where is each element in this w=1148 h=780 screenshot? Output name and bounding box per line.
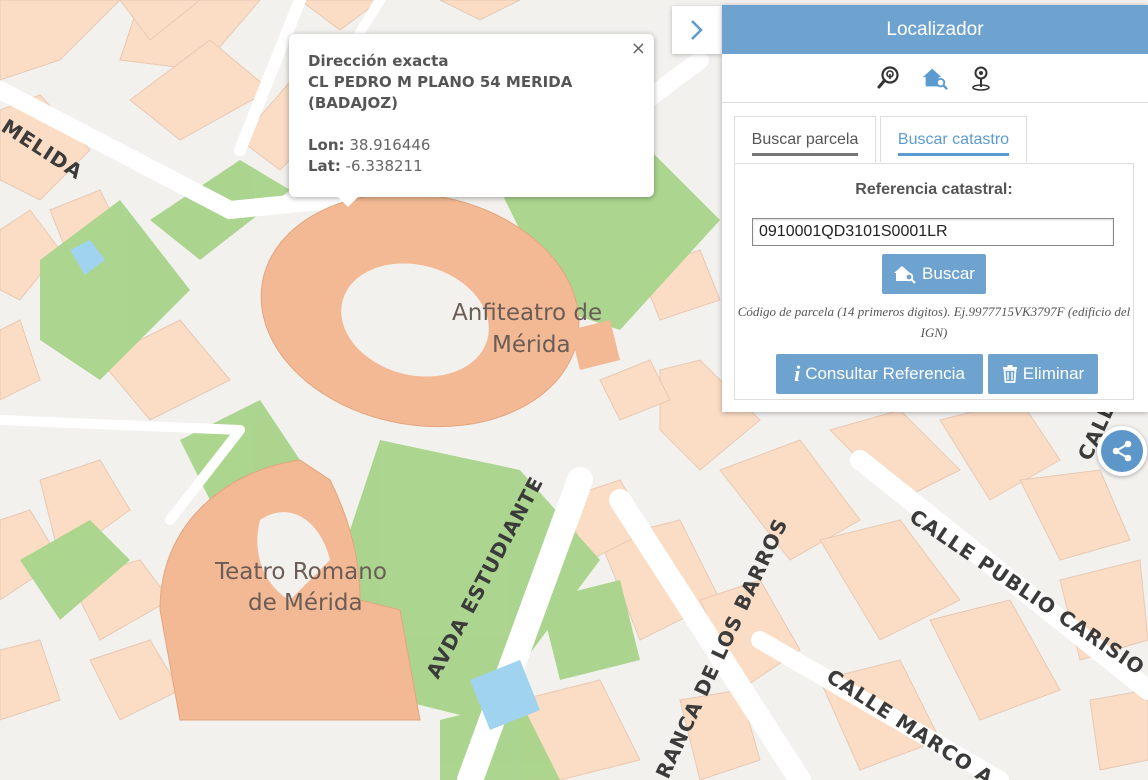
tab-buscar-catastro[interactable]: Buscar catastro xyxy=(880,116,1027,162)
map-search-icon[interactable] xyxy=(875,64,903,92)
tool-icons xyxy=(722,54,1148,103)
popup-address: CL PEDRO M PLANO 54 MERIDA (BADAJOZ) xyxy=(308,73,573,112)
consultar-label: Consultar Referencia xyxy=(805,364,965,383)
share-icon xyxy=(1112,440,1132,462)
tab-buscar-catastro-label: Buscar catastro xyxy=(897,131,1010,156)
buscar-button[interactable]: Buscar xyxy=(882,254,986,294)
buscar-label: Buscar xyxy=(922,264,975,283)
lon-value: 38.916446 xyxy=(349,136,431,154)
close-icon[interactable]: × xyxy=(631,38,646,59)
popup-lat: Lat: -6.338211 xyxy=(308,156,635,177)
localizador-panel: Localizador Buscar parcela Buscar catast… xyxy=(722,5,1148,412)
info-icon: i xyxy=(794,361,801,386)
label-anfiteatro-1: Anfiteatro de xyxy=(452,300,602,326)
label-teatro-2: de Mérida xyxy=(248,590,363,616)
popup-title: Dirección exacta xyxy=(308,52,449,70)
lat-value: -6.338211 xyxy=(345,157,423,175)
eliminar-button[interactable]: Eliminar xyxy=(988,354,1098,394)
lat-label: Lat: xyxy=(308,157,341,175)
popup-lon: Lon: 38.916446 xyxy=(308,135,635,156)
panel-title: Localizador xyxy=(722,5,1148,54)
referencia-label: Referencia catastral: xyxy=(855,181,1013,198)
location-pin-icon[interactable] xyxy=(967,64,995,92)
share-button[interactable] xyxy=(1097,426,1147,476)
panel-toggle-button[interactable] xyxy=(672,6,722,54)
label-anfiteatro-2: Mérida xyxy=(492,332,571,358)
eliminar-label: Eliminar xyxy=(1022,364,1085,383)
consultar-referencia-button[interactable]: i Consultar Referencia xyxy=(776,354,983,394)
tab-buscar-parcela-label: Buscar parcela xyxy=(751,131,859,156)
house-search-icon[interactable] xyxy=(921,64,949,92)
tab-buscar-parcela[interactable]: Buscar parcela xyxy=(734,116,876,162)
lon-label: Lon: xyxy=(308,136,345,154)
trash-icon xyxy=(1002,365,1017,383)
catastro-form: Referencia catastral: Buscar Código de p… xyxy=(734,163,1134,400)
referencia-input[interactable] xyxy=(752,218,1114,246)
chevron-right-icon xyxy=(691,20,703,40)
house-search-icon xyxy=(894,266,916,284)
hint-text: Código de parcela (14 primeros digitos).… xyxy=(737,304,1131,340)
address-popup: × Dirección exacta CL PEDRO M PLANO 54 M… xyxy=(289,34,654,207)
label-teatro-1: Teatro Romano xyxy=(214,559,387,585)
